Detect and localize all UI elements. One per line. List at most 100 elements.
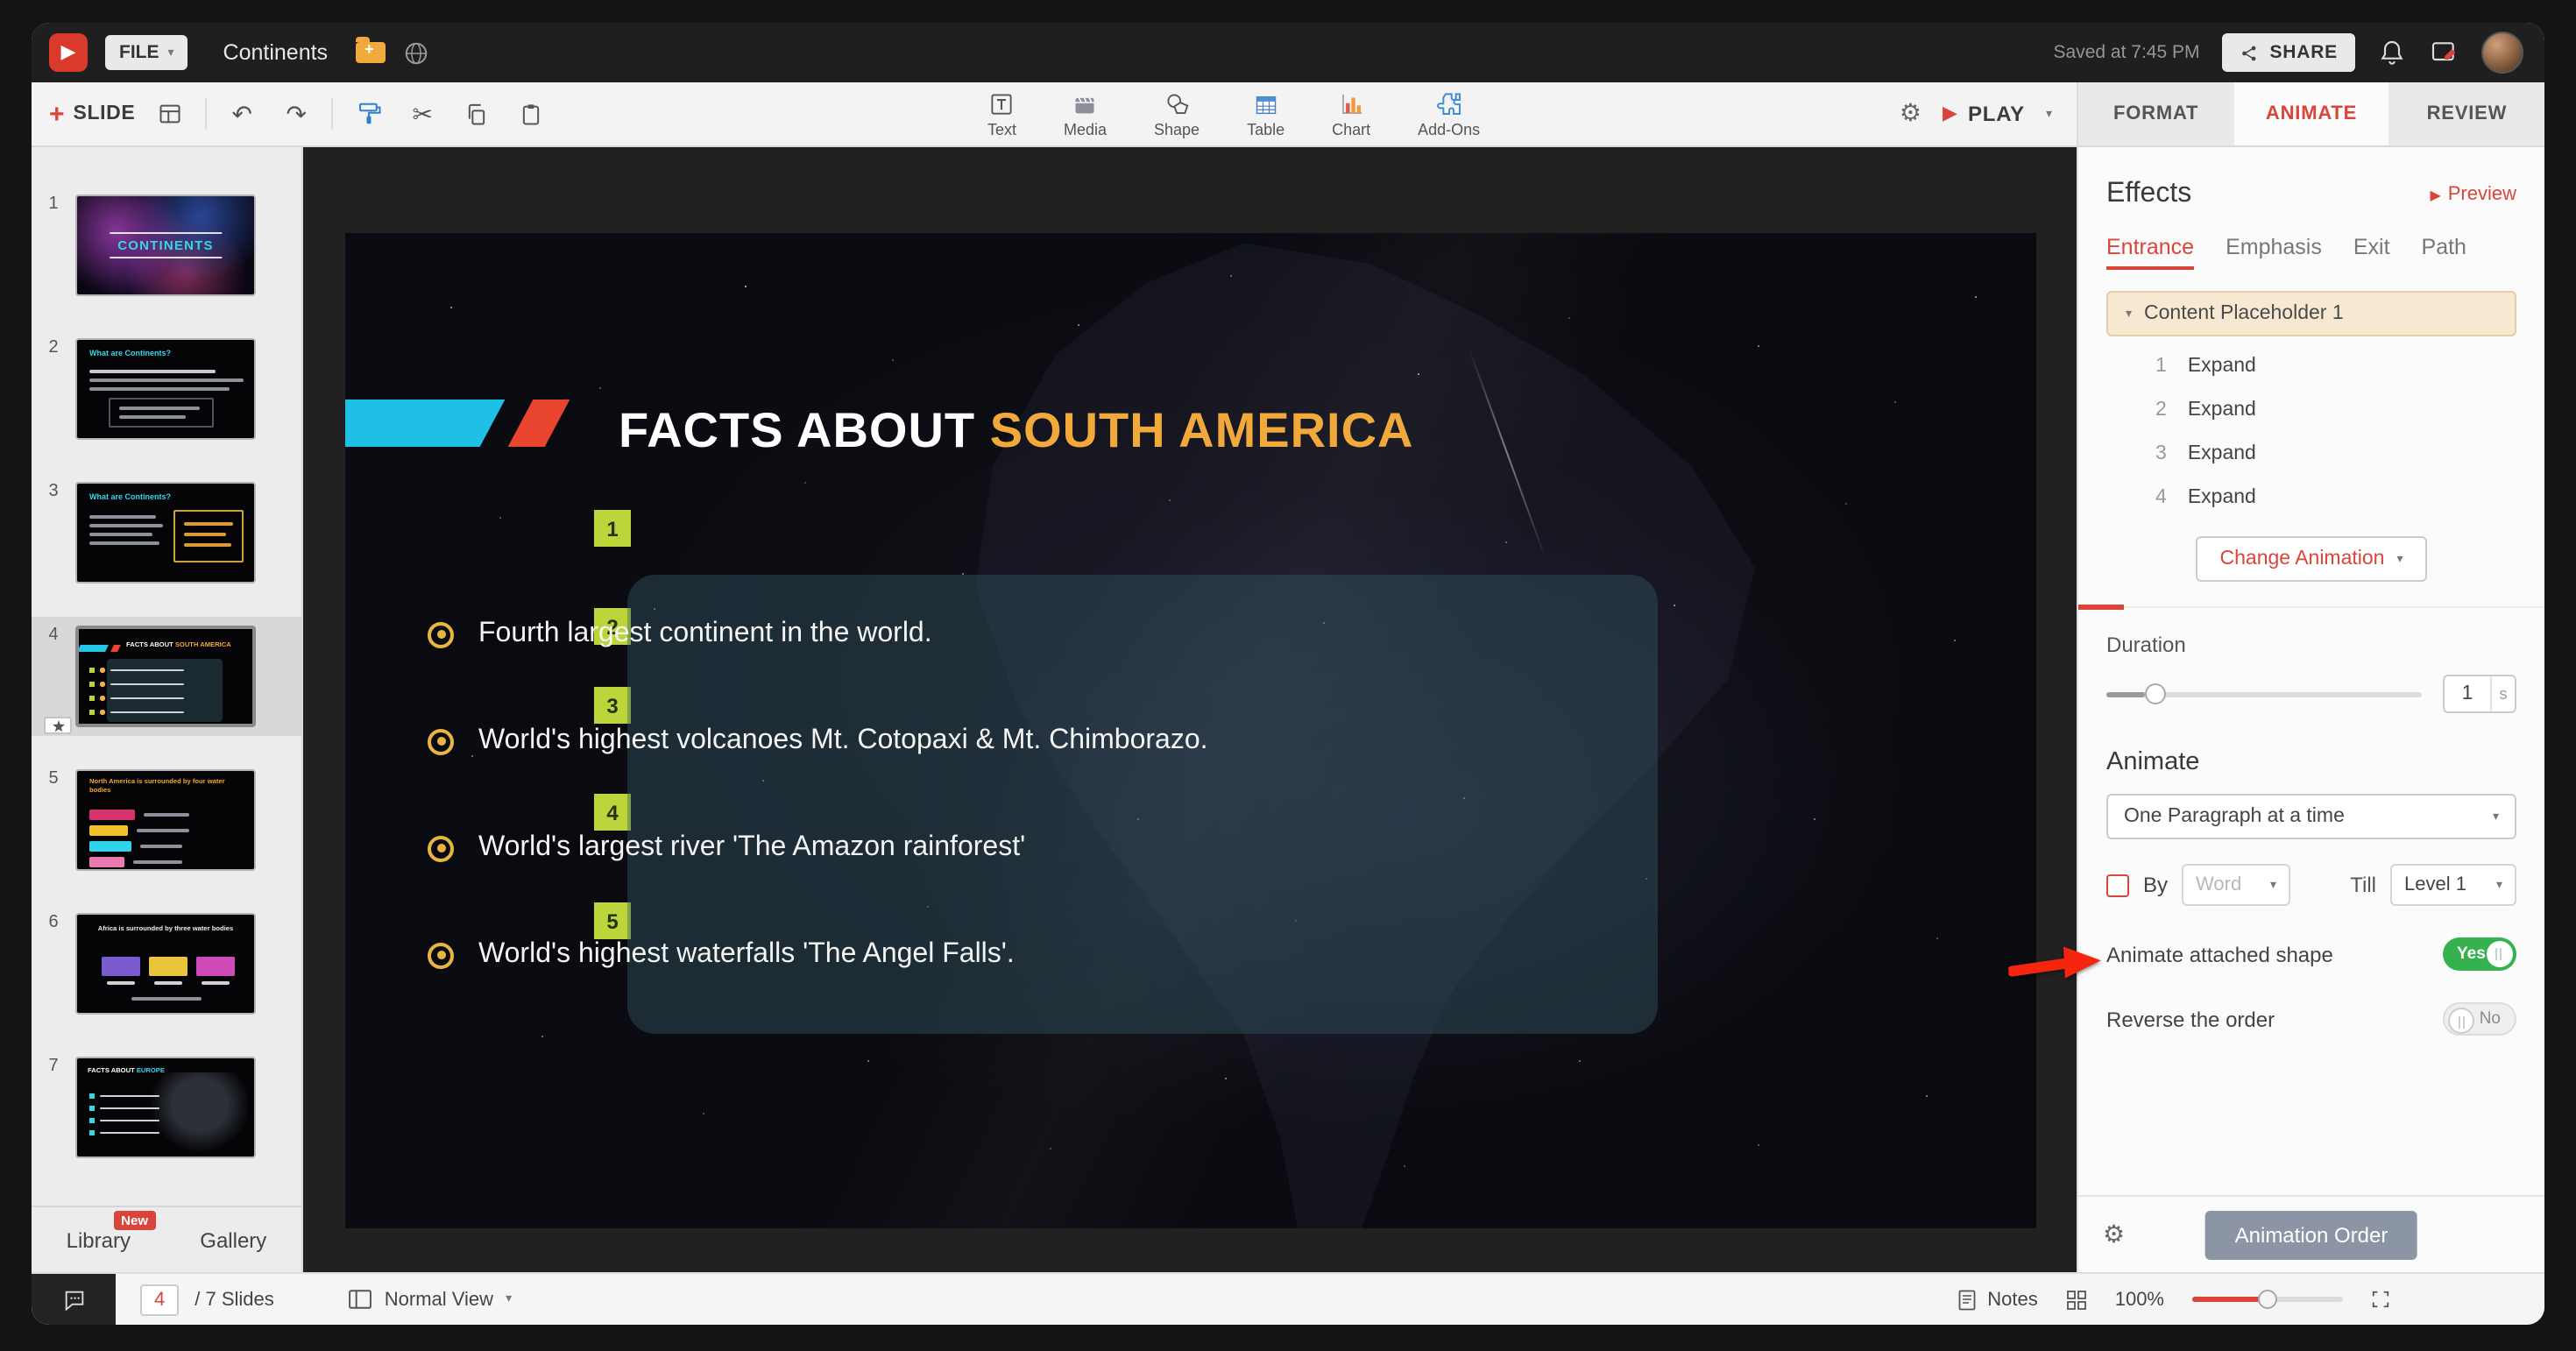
play-button[interactable]: ▶ PLAY xyxy=(1943,102,2025,126)
folder-icon[interactable] xyxy=(356,37,386,63)
bullet-item-3[interactable]: World's largest river 'The Amazon rainfo… xyxy=(428,827,1025,869)
animate-section-title: Animate xyxy=(2106,748,2200,776)
publish-globe-icon[interactable] xyxy=(403,39,429,66)
duration-slider[interactable] xyxy=(2106,683,2422,704)
by-checkbox[interactable] xyxy=(2106,874,2129,896)
paste-button[interactable] xyxy=(512,95,550,133)
share-button[interactable]: SHARE xyxy=(2222,33,2355,72)
slide-thumbnail-row-1[interactable]: 1 CONTINENTS xyxy=(32,186,301,305)
bullet-item-4[interactable]: World's highest waterfalls 'The Angel Fa… xyxy=(428,934,1015,976)
avatar[interactable] xyxy=(2481,32,2523,74)
status-bar: 4 / 7 Slides Normal View ▾ Notes 100% xyxy=(32,1272,2544,1325)
notes-icon xyxy=(1958,1289,1976,1310)
till-label: Till xyxy=(2350,873,2376,897)
tab-format[interactable]: FORMAT xyxy=(2078,82,2233,145)
slide-thumbnail-7[interactable]: FACTS ABOUT EUROPE xyxy=(75,1057,256,1158)
slides-list[interactable]: 1 CONTINENTS 2 What are Continents? 3 Wh… xyxy=(32,147,301,1206)
slide-thumbnail-row-4[interactable]: 4 FACTS ABOUT SOUTH AMERICA xyxy=(32,617,301,736)
shape-icon xyxy=(1163,89,1191,117)
animation-list-item-4[interactable]: 4 Expand xyxy=(2106,475,2516,519)
slide-thumbnail-row-7[interactable]: 7 FACTS ABOUT EUROPE xyxy=(32,1048,301,1167)
editor-canvas[interactable]: FACTS ABOUT SOUTH AMERICA 1 2 3 4 5 Four… xyxy=(303,147,2077,1272)
presentation-settings-button[interactable]: ⚙ xyxy=(1900,100,1921,128)
animation-list-item-2[interactable]: 2 Expand xyxy=(2106,387,2516,431)
feedback-icon[interactable] xyxy=(2429,39,2459,67)
change-animation-button[interactable]: Change Animation ▾ xyxy=(2195,536,2428,582)
document-title[interactable]: Continents xyxy=(223,40,329,65)
slide-thumbnail-5[interactable]: North America is surrounded by four wate… xyxy=(75,769,256,871)
slide-thumbnail-row-2[interactable]: 2 What are Continents? xyxy=(32,329,301,449)
tab-path[interactable]: Path xyxy=(2422,235,2466,270)
slide-thumbnail-row-5[interactable]: 5 North America is surrounded by four wa… xyxy=(32,760,301,880)
animation-order-button[interactable]: Animation Order xyxy=(2204,1210,2418,1259)
gallery-tab[interactable]: Gallery xyxy=(200,1227,266,1252)
add-slide-button[interactable]: + SLIDE xyxy=(49,101,135,127)
zoom-knob[interactable] xyxy=(2258,1289,2277,1308)
cut-button[interactable]: ✂ xyxy=(403,95,442,133)
slide-number: 6 xyxy=(48,913,59,932)
slide-thumbnail-6[interactable]: Africa is surrounded by three water bodi… xyxy=(75,913,256,1015)
insert-chart-button[interactable]: Chart xyxy=(1332,89,1370,138)
insert-text-button[interactable]: Text xyxy=(987,89,1016,138)
slide-thumbnail-row-3[interactable]: 3 What are Continents? xyxy=(32,473,301,592)
slide-animation-indicator[interactable] xyxy=(44,717,72,734)
by-word-dropdown[interactable]: Word ▾ xyxy=(2182,864,2291,906)
table-icon xyxy=(1253,89,1279,117)
share-icon xyxy=(2242,45,2256,60)
app-logo-icon[interactable]: ▶ xyxy=(49,33,88,72)
tab-entrance[interactable]: Entrance xyxy=(2106,235,2195,270)
animation-order-badge-4[interactable]: 4 xyxy=(594,794,631,831)
format-painter-button[interactable] xyxy=(349,95,387,133)
animation-order-badge-1[interactable]: 1 xyxy=(594,510,631,547)
library-tab[interactable]: New Library xyxy=(67,1210,155,1252)
slide-title[interactable]: FACTS ABOUT SOUTH AMERICA xyxy=(619,403,1414,459)
till-level-dropdown[interactable]: Level 1 ▾ xyxy=(2390,864,2516,906)
insert-addons-button[interactable]: Add-Ons xyxy=(1418,89,1480,138)
play-options-chevron[interactable]: ▾ xyxy=(2046,108,2052,120)
slider-knob[interactable] xyxy=(2144,683,2166,704)
bullet-item-1[interactable]: Fourth largest continent in the world. xyxy=(428,613,932,655)
animation-order-badge-3[interactable]: 3 xyxy=(594,687,631,724)
animate-attached-shape-toggle[interactable]: Yes xyxy=(2443,937,2516,971)
notifications-bell-icon[interactable] xyxy=(2378,39,2406,67)
file-menu-button[interactable]: FILE ▾ xyxy=(105,35,188,70)
scissors-icon: ✂ xyxy=(412,99,433,127)
slide-thumbnail-2[interactable]: What are Continents? xyxy=(75,338,256,440)
animation-list-item-3[interactable]: 3 Expand xyxy=(2106,431,2516,475)
copy-icon xyxy=(469,103,485,124)
slide-thumbnail-4[interactable]: FACTS ABOUT SOUTH AMERICA xyxy=(75,626,256,727)
placeholder-group-header[interactable]: ▾ Content Placeholder 1 xyxy=(2106,291,2516,336)
redo-button[interactable]: ↷ xyxy=(277,95,315,133)
tab-emphasis[interactable]: Emphasis xyxy=(2226,235,2322,270)
slide-counter[interactable]: 4 xyxy=(140,1284,180,1315)
zoom-slider[interactable] xyxy=(2192,1289,2343,1308)
slide-thumbnail-3[interactable]: What are Continents? xyxy=(75,482,256,584)
notes-button[interactable]: Notes xyxy=(1957,1289,2038,1310)
view-mode-dropdown[interactable]: Normal View ▾ xyxy=(349,1289,512,1310)
bullet-item-2[interactable]: World's highest volcanoes Mt. Cotopaxi &… xyxy=(428,720,1208,762)
slide-layout-button[interactable] xyxy=(151,95,189,133)
insert-table-button[interactable]: Table xyxy=(1247,89,1284,138)
animation-settings-button[interactable]: ⚙ xyxy=(2103,1220,2125,1248)
reverse-order-toggle[interactable]: No xyxy=(2443,1002,2516,1036)
chat-button[interactable] xyxy=(32,1274,116,1325)
slide-thumbnail-row-6[interactable]: 6 Africa is surrounded by three water bo… xyxy=(32,904,301,1023)
preview-button[interactable]: ▶ Preview xyxy=(2430,184,2516,205)
copy-button[interactable] xyxy=(457,95,496,133)
slide-canvas[interactable]: FACTS ABOUT SOUTH AMERICA 1 2 3 4 5 Four… xyxy=(345,233,2036,1228)
grid-view-button[interactable] xyxy=(2066,1289,2087,1310)
tab-animate[interactable]: ANIMATE xyxy=(2233,82,2389,145)
save-status: Saved at 7:45 PM xyxy=(2053,42,2200,63)
chevron-down-icon: ▾ xyxy=(2396,553,2403,565)
insert-shape-button[interactable]: Shape xyxy=(1154,89,1200,138)
fullscreen-button[interactable] xyxy=(2371,1290,2390,1309)
undo-button[interactable]: ↶ xyxy=(223,95,261,133)
duration-input[interactable]: 1 s xyxy=(2443,675,2516,713)
redo-icon: ↷ xyxy=(286,99,307,127)
tab-review[interactable]: REVIEW xyxy=(2389,82,2544,145)
slide-thumbnail-1[interactable]: CONTINENTS xyxy=(75,195,256,296)
animation-list-item-1[interactable]: 1 Expand xyxy=(2106,343,2516,387)
animate-mode-dropdown[interactable]: One Paragraph at a time ▾ xyxy=(2106,794,2516,839)
insert-media-button[interactable]: Media xyxy=(1064,89,1107,138)
tab-exit[interactable]: Exit xyxy=(2353,235,2390,270)
